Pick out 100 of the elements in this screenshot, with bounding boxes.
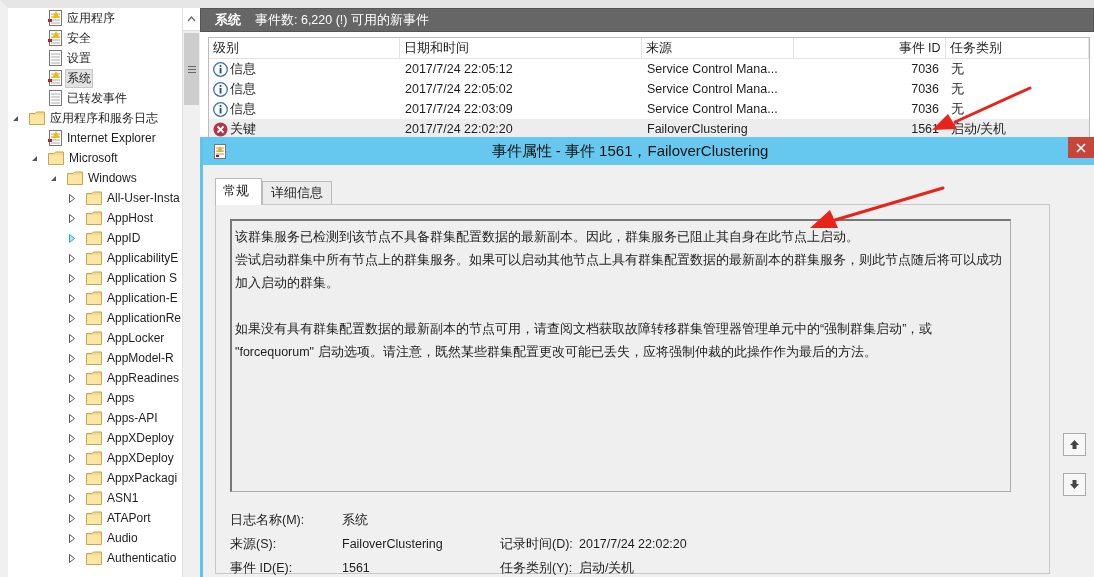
expand-arrow-icon[interactable]	[69, 273, 75, 283]
close-button[interactable]	[1068, 137, 1094, 158]
level-text: 信息	[230, 100, 256, 118]
tree-item[interactable]: Application S	[106, 271, 179, 285]
level-text: 关键	[230, 120, 256, 138]
description-text: 如果没有具有群集配置数据的最新副本的节点可用，请查阅文档获取故障转移群集管理器管理单元中的“强制群集启动”，或 "forcequorum" 启动选项。请注意，既然某些群集配置更改可能已丢失，应将强制仲裁的此操作作为最后的方法。	[235, 321, 934, 361]
previous-event-button[interactable]	[1063, 433, 1086, 456]
scrollbar[interactable]	[182, 8, 201, 577]
tree-item[interactable]: Microsoft	[68, 151, 119, 165]
grip-icon	[187, 65, 196, 73]
expand-arrow-icon[interactable]	[69, 313, 75, 323]
expand-arrow-icon[interactable]	[69, 413, 75, 423]
folder-icon	[86, 531, 102, 545]
folder-icon	[29, 111, 45, 125]
tree-item[interactable]: AppHost	[106, 211, 155, 225]
column-header[interactable]: 日期和时间	[399, 38, 641, 59]
expand-arrow-icon[interactable]	[69, 293, 75, 303]
table-cell-text: 7036	[910, 81, 940, 98]
expand-arrow-icon[interactable]	[69, 373, 75, 383]
event-count: 事件数: 6,220 (!) 可用的新事件	[255, 11, 429, 29]
expand-arrow-icon[interactable]	[69, 433, 75, 443]
column-header[interactable]: 级别	[209, 38, 399, 59]
expand-arrow-icon[interactable]	[69, 553, 75, 563]
expand-arrow-icon[interactable]	[69, 333, 75, 343]
column-header[interactable]: 来源	[641, 38, 793, 59]
tree-item[interactable]: 设置	[66, 49, 92, 67]
folder-icon	[86, 231, 102, 245]
table-cell: 2017/7/24 22:05:12	[399, 58, 641, 79]
tree-item[interactable]: Windows	[87, 171, 138, 185]
expand-arrow-icon[interactable]	[69, 493, 75, 503]
expand-arrow-icon[interactable]	[69, 513, 75, 523]
field-label: 记录时间(D):	[500, 535, 574, 553]
folder-icon	[86, 351, 102, 365]
dialog-title: 事件属性 - 事件 1561，FailoverClustering	[490, 141, 770, 161]
folder-icon	[86, 451, 102, 465]
level-text: 信息	[230, 60, 256, 78]
field-label: 事件 ID(E):	[230, 559, 294, 577]
tree-item[interactable]: 应用程序和服务日志	[49, 109, 159, 127]
column-header[interactable]: 任务类别	[945, 38, 1089, 59]
info-icon	[213, 101, 228, 117]
expanded-arrow-icon[interactable]	[50, 174, 57, 182]
tree-item[interactable]: ATAPort	[106, 511, 152, 525]
up-arrow-icon	[1069, 439, 1080, 450]
info-icon	[213, 81, 228, 97]
expanded-arrow-icon[interactable]	[12, 114, 19, 122]
tree-item[interactable]: Audio	[106, 531, 139, 545]
tree-item[interactable]: Application-E	[106, 291, 179, 305]
table-cell: 无	[945, 99, 1089, 119]
scroll-thumb[interactable]	[184, 33, 200, 105]
next-event-button[interactable]	[1063, 473, 1086, 496]
tree-item[interactable]: Apps-API	[106, 411, 159, 425]
tree-item[interactable]: All-User-Insta	[106, 191, 181, 205]
expand-arrow-icon[interactable]	[69, 473, 75, 483]
tab[interactable]: 常规	[215, 178, 262, 205]
table-cell-text: Service Control Mana...	[646, 81, 779, 98]
column-header[interactable]: 事件 ID	[793, 38, 945, 59]
expand-arrow-icon[interactable]	[69, 253, 75, 263]
tree-item[interactable]: Apps	[106, 391, 136, 405]
tree-item[interactable]: AppReadines	[106, 371, 181, 385]
table-cell-text: 无	[950, 80, 965, 98]
field-label: 日志名称(M):	[230, 511, 306, 529]
tree-item[interactable]: 已转发事件	[66, 89, 128, 107]
folder-icon	[86, 291, 102, 305]
expand-arrow-icon[interactable]	[69, 453, 75, 463]
tree-item[interactable]: AppXDeploy	[106, 451, 175, 465]
info-icon	[213, 61, 228, 77]
field-value: 1561	[342, 561, 371, 575]
table-cell-text: 2017/7/24 22:05:02	[404, 81, 514, 98]
field-label: 任务类别(Y):	[500, 559, 574, 577]
folder-icon	[86, 211, 102, 225]
expand-arrow-icon[interactable]	[69, 393, 75, 403]
expand-arrow-icon[interactable]	[69, 353, 75, 363]
expanded-arrow-icon[interactable]	[31, 154, 38, 162]
tree-item[interactable]: Internet Explorer	[66, 131, 157, 145]
folder-icon	[86, 191, 102, 205]
tree-item[interactable]: AppxPackagi	[106, 471, 179, 485]
tree-item[interactable]: 应用程序	[66, 9, 116, 27]
tree-item[interactable]: AppXDeploy	[106, 431, 175, 445]
tree-item[interactable]: ApplicationRe	[106, 311, 183, 325]
folder-icon	[86, 391, 102, 405]
tree-item[interactable]: 安全	[66, 29, 92, 47]
field-label: 来源(S):	[230, 535, 278, 553]
table-cell: 7036	[793, 99, 945, 119]
expand-arrow-icon[interactable]	[69, 193, 75, 203]
tab[interactable]: 详细信息	[262, 181, 332, 204]
field-value: 启动/关机	[579, 559, 636, 577]
event-log-icon	[48, 30, 62, 46]
tree-item[interactable]: AppLocker	[106, 331, 166, 345]
tree-item[interactable]: Authenticatio	[106, 551, 178, 565]
tree-item[interactable]: AppModel-R	[106, 351, 175, 365]
expand-arrow-icon[interactable]	[69, 533, 75, 543]
tree-item[interactable]: AppID	[106, 231, 142, 245]
tree-item[interactable]: 系统	[66, 69, 92, 87]
folder-icon	[86, 311, 102, 325]
tree-item[interactable]: ASN1	[106, 491, 140, 505]
folder-icon	[86, 431, 102, 445]
folder-icon	[86, 371, 102, 385]
tree-item[interactable]: ApplicabilityE	[106, 251, 180, 265]
expand-arrow-icon[interactable]	[69, 213, 75, 223]
scroll-up-button[interactable]	[183, 8, 201, 31]
